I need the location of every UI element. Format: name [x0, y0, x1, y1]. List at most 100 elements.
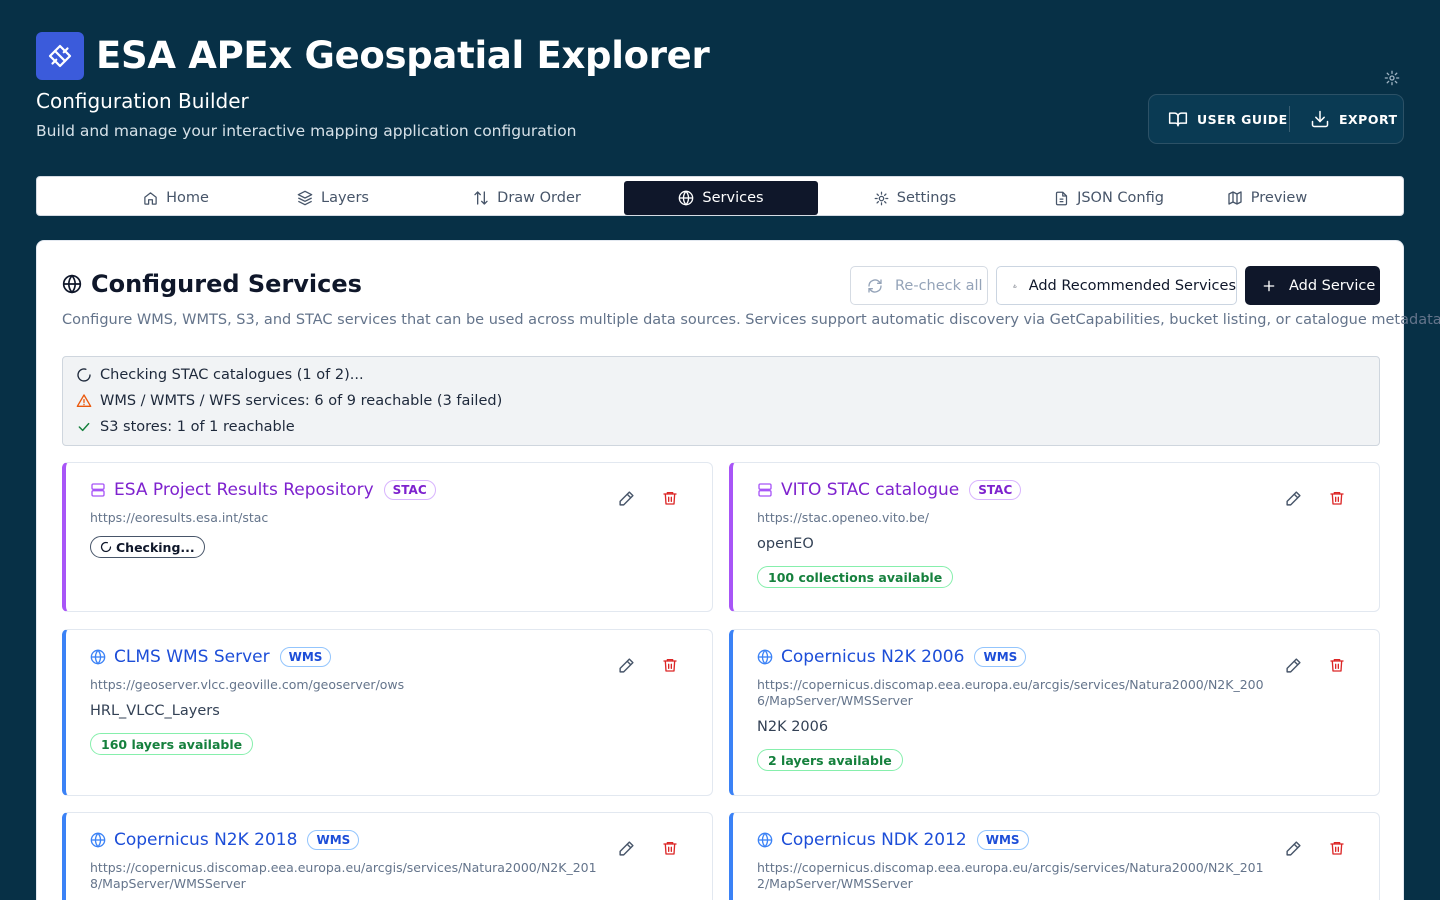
availability-badge: 100 collections available	[757, 566, 954, 588]
user-guide-label: USER GUIDE	[1197, 111, 1288, 127]
edit-service-button[interactable]	[615, 654, 637, 676]
panel-title: Configured Services	[62, 270, 362, 298]
service-url: https://stac.openeo.vito.be/	[757, 510, 930, 525]
header-actions: USER GUIDE EXPORT	[1148, 94, 1404, 144]
settings-gear-icon[interactable]	[1384, 70, 1400, 86]
service-card-header: Copernicus N2K 2018 WMS	[90, 830, 360, 850]
tab-layers[interactable]: Layers	[236, 181, 430, 215]
home-icon	[144, 191, 157, 205]
book-icon	[1168, 112, 1188, 127]
pencil-icon	[618, 490, 634, 506]
tab-home-label: Home	[166, 190, 209, 206]
add-recommended-button[interactable]: Add Recommended Services	[996, 266, 1237, 305]
tab-settings[interactable]: Settings	[818, 181, 1012, 215]
status-line-wms: WMS / WMTS / WFS services: 6 of 9 reacha…	[76, 391, 502, 411]
service-type-badge: STAC	[969, 480, 1022, 500]
gear-icon	[874, 191, 889, 205]
trash-icon	[663, 842, 677, 855]
service-card: VITO STAC catalogue STAC https://stac.op…	[729, 462, 1380, 612]
edit-service-button[interactable]	[1282, 487, 1304, 509]
tab-draw-order-label: Draw Order	[497, 190, 581, 206]
edit-service-button[interactable]	[615, 487, 637, 509]
edit-service-button[interactable]	[1282, 837, 1304, 859]
availability-badge: 160 layers available	[90, 733, 254, 755]
add-service-label: Add Service	[1289, 277, 1376, 294]
service-url: https://copernicus.discomap.eea.europa.e…	[757, 860, 1264, 891]
globe-icon	[90, 649, 106, 665]
sort-icon	[474, 191, 488, 205]
service-name[interactable]: Copernicus N2K 2006	[781, 647, 964, 667]
panel-title-text: Configured Services	[91, 270, 362, 298]
service-name[interactable]: ESA Project Results Repository	[114, 480, 374, 500]
pencil-icon	[1285, 840, 1301, 856]
service-card: Copernicus N2K 2006 WMS https://copernic…	[729, 629, 1380, 796]
delete-service-button[interactable]	[659, 654, 681, 676]
service-url: https://copernicus.discomap.eea.europa.e…	[90, 860, 597, 891]
add-recommended-label: Add Recommended Services	[1028, 277, 1236, 294]
trash-icon	[1330, 492, 1344, 505]
service-card: CLMS WMS Server WMS https://geoserver.vl…	[62, 629, 713, 796]
tab-draw-order[interactable]: Draw Order	[430, 181, 624, 215]
user-guide-button[interactable]: USER GUIDE	[1149, 95, 1289, 143]
services-panel: Configured Services Re-check all Add Rec…	[36, 240, 1440, 900]
status-summary: Checking STAC catalogues (1 of 2)... WMS…	[62, 356, 1380, 446]
service-type-badge: STAC	[383, 480, 436, 500]
edit-service-button[interactable]	[1282, 654, 1304, 676]
recheck-all-button[interactable]: Re-check all	[850, 266, 988, 305]
service-subtitle: N2K 2006	[757, 719, 829, 735]
status-wms-text: WMS / WMTS / WFS services: 6 of 9 reacha…	[100, 393, 503, 409]
service-name[interactable]: Copernicus NDK 2012	[781, 830, 967, 850]
edit-service-button[interactable]	[615, 837, 637, 859]
server-icon	[91, 483, 105, 497]
trash-icon	[1330, 842, 1344, 855]
file-icon	[1055, 191, 1068, 205]
main-tabs: Home Layers Draw Order Services Settings…	[36, 176, 1404, 216]
checking-badge: Checking...	[90, 536, 205, 558]
delete-service-button[interactable]	[1326, 487, 1348, 509]
service-card-header: Copernicus N2K 2006 WMS	[757, 647, 1027, 667]
availability-badge: 2 layers available	[757, 749, 903, 771]
delete-service-button[interactable]	[659, 837, 681, 859]
status-stac-text: Checking STAC catalogues (1 of 2)...	[100, 367, 364, 383]
refresh-icon	[868, 278, 882, 293]
loading-icon	[77, 368, 91, 382]
service-card: ESA Project Results Repository STAC http…	[62, 462, 713, 612]
tab-preview[interactable]: Preview	[1170, 181, 1364, 215]
plus-icon	[1263, 280, 1275, 291]
status-s3-text: S3 stores: 1 of 1 reachable	[100, 419, 295, 435]
service-name[interactable]: VITO STAC catalogue	[781, 480, 959, 500]
pencil-icon	[618, 657, 634, 673]
tab-json-config-label: JSON Config	[1077, 190, 1164, 206]
trash-icon	[663, 492, 677, 505]
trash-icon	[1330, 659, 1344, 672]
service-name[interactable]: Copernicus N2K 2018	[114, 830, 297, 850]
export-label: EXPORT	[1339, 111, 1398, 127]
service-url: https://eoresults.esa.int/stac	[90, 510, 269, 525]
service-type-badge: WMS	[974, 647, 1027, 667]
server-icon	[758, 483, 772, 497]
service-name[interactable]: CLMS WMS Server	[114, 647, 270, 667]
pencil-icon	[1285, 657, 1301, 673]
app-title: ESA APEx Geospatial Explorer	[96, 34, 710, 77]
map-icon	[1228, 191, 1242, 205]
export-button[interactable]: EXPORT	[1290, 95, 1398, 143]
service-subtitle: openEO	[757, 536, 814, 552]
service-card: Copernicus N2K 2018 WMS https://copernic…	[62, 812, 713, 900]
tab-services[interactable]: Services	[624, 181, 818, 215]
service-type-badge: WMS	[279, 647, 332, 667]
tab-preview-label: Preview	[1250, 190, 1308, 206]
delete-service-button[interactable]	[659, 487, 681, 509]
app-logo	[36, 32, 84, 80]
delete-service-button[interactable]	[1326, 837, 1348, 859]
add-service-button[interactable]: Add Service	[1245, 266, 1380, 305]
pencil-icon	[1285, 490, 1301, 506]
download-icon	[1311, 110, 1329, 128]
app-description: Build and manage your interactive mappin…	[36, 122, 577, 140]
status-line-s3: S3 stores: 1 of 1 reachable	[76, 417, 295, 437]
service-card-header: VITO STAC catalogue STAC	[757, 480, 1022, 500]
recheck-all-label: Re-check all	[895, 277, 983, 294]
delete-service-button[interactable]	[1326, 654, 1348, 676]
globe-icon	[62, 274, 82, 294]
service-subtitle: HRL_VLCC_Layers	[90, 703, 220, 719]
service-card-header: ESA Project Results Repository STAC	[90, 480, 436, 500]
